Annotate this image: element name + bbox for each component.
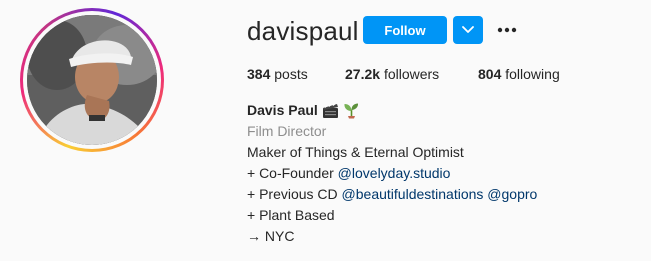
avatar[interactable] xyxy=(27,15,157,145)
full-name-row: Davis Paul xyxy=(247,100,537,121)
clapper-board-icon xyxy=(322,103,338,118)
profile-bio: Davis Paul Film Director Maker of Things… xyxy=(247,100,537,247)
bio-line-3-text: + Previous CD xyxy=(247,186,342,202)
following-count: 804 xyxy=(478,66,502,82)
posts-count: 384 xyxy=(247,66,271,82)
more-horizontal-icon xyxy=(497,27,517,33)
seedling-icon xyxy=(344,103,358,119)
mention-link-beautifuldestinations[interactable]: @beautifuldestinations xyxy=(342,186,484,202)
followers-count: 27.2k xyxy=(345,66,381,82)
following-stat[interactable]: 804 following xyxy=(478,66,560,82)
bio-line-4: + Plant Based xyxy=(247,207,335,223)
mention-link-gopro[interactable]: @gopro xyxy=(487,186,537,202)
avatar-photo xyxy=(27,15,157,145)
bio-line-2-text: + Co-Founder xyxy=(247,165,338,181)
more-options-button[interactable] xyxy=(495,18,519,42)
full-name: Davis Paul xyxy=(247,102,318,118)
follow-button[interactable]: Follow xyxy=(363,16,447,44)
bio-line-5: → NYC xyxy=(247,228,295,244)
posts-stat: 384 posts xyxy=(247,66,308,82)
following-label: following xyxy=(505,66,560,82)
followers-label: followers xyxy=(383,66,440,82)
bio-line-3: + Previous CD @beautifuldestinations @go… xyxy=(247,184,537,205)
suggested-accounts-button[interactable] xyxy=(453,16,483,44)
followers-stat[interactable]: 27.2k followers xyxy=(345,66,439,82)
profile-header: davispaul xyxy=(247,14,359,48)
profile-avatar-ring[interactable] xyxy=(20,8,164,152)
bio-line-2: + Co-Founder @lovelyday.studio xyxy=(247,163,537,184)
bio-line-1: Maker of Things & Eternal Optimist xyxy=(247,144,464,160)
posts-label: posts xyxy=(274,66,308,82)
category-label: Film Director xyxy=(247,123,327,139)
username: davispaul xyxy=(247,16,359,46)
chevron-down-icon xyxy=(462,26,474,33)
mention-link-lovelyday[interactable]: @lovelyday.studio xyxy=(338,165,451,181)
